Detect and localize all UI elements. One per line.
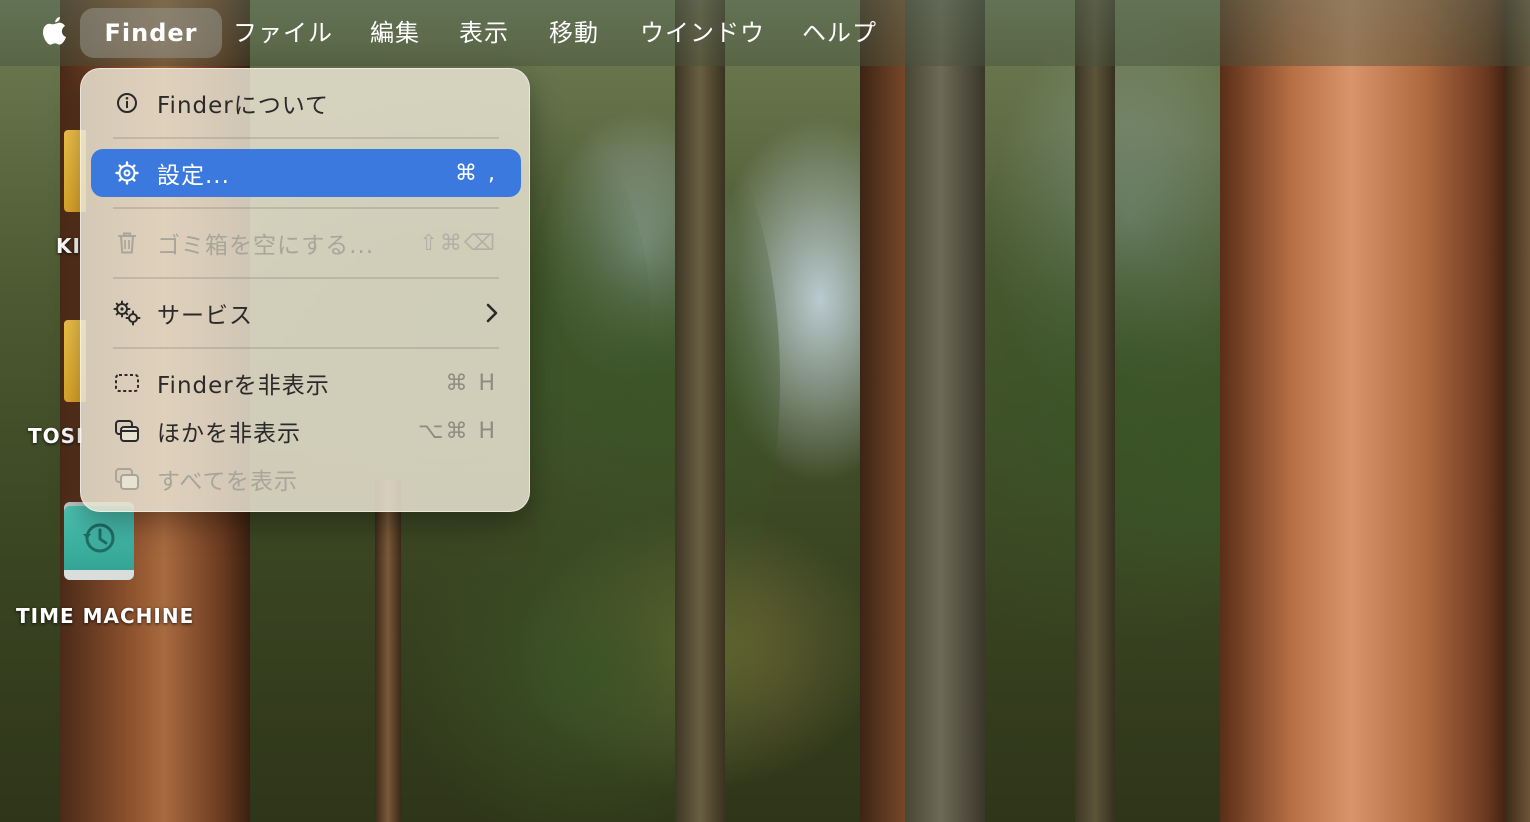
menu-file[interactable]: ファイル bbox=[233, 8, 333, 58]
hide-others-icon bbox=[113, 417, 141, 445]
finder-app-menu: Finderについて 設定... ⌘ , ゴミ箱を空にする... ⇧⌘⌫ サービ… bbox=[80, 68, 530, 512]
menu-bar: Finder ファイル 編集 表示 移動 ウインドウ ヘルプ bbox=[0, 0, 1530, 66]
hide-window-icon bbox=[113, 369, 141, 397]
menu-go[interactable]: 移動 bbox=[549, 8, 599, 58]
menu-separator bbox=[113, 207, 499, 209]
menu-item-hide-others[interactable]: ほかを非表示 ⌥⌘ H bbox=[91, 407, 521, 455]
info-icon bbox=[113, 89, 141, 117]
menu-item-empty-trash: ゴミ箱を空にする... ⇧⌘⌫ bbox=[91, 219, 521, 267]
menu-view[interactable]: 表示 bbox=[459, 8, 509, 58]
services-gears-icon bbox=[113, 299, 141, 327]
menu-separator bbox=[113, 277, 499, 279]
menu-item-about-finder[interactable]: Finderについて bbox=[91, 79, 521, 127]
keyboard-shortcut: ⌘ H bbox=[445, 370, 497, 396]
time-machine-disk-icon[interactable] bbox=[64, 502, 134, 580]
menu-separator bbox=[113, 137, 499, 139]
menu-separator bbox=[113, 347, 499, 349]
menu-item-label: Finderを非表示 bbox=[157, 373, 330, 399]
show-all-icon bbox=[113, 465, 141, 493]
menu-item-label: すべてを表示 bbox=[157, 469, 299, 495]
menu-item-label: ゴミ箱を空にする... bbox=[157, 233, 375, 259]
menu-window[interactable]: ウインドウ bbox=[640, 8, 765, 58]
desktop-icon-label[interactable]: TIME MACHINE bbox=[16, 604, 194, 628]
menu-item-label: 設定... bbox=[157, 163, 230, 189]
menu-finder[interactable]: Finder bbox=[80, 8, 222, 58]
menu-item-hide-finder[interactable]: Finderを非表示 ⌘ H bbox=[91, 359, 521, 407]
chevron-right-icon bbox=[486, 303, 498, 323]
trash-icon bbox=[113, 229, 141, 257]
menu-item-label: サービス bbox=[157, 303, 253, 329]
keyboard-shortcut: ⇧⌘⌫ bbox=[419, 230, 497, 256]
menu-item-services[interactable]: サービス bbox=[91, 289, 521, 337]
apple-logo-icon[interactable] bbox=[38, 14, 70, 50]
menu-item-show-all: すべてを表示 bbox=[91, 455, 521, 503]
menu-item-label: ほかを非表示 bbox=[157, 421, 301, 447]
menu-item-settings[interactable]: 設定... ⌘ , bbox=[91, 149, 521, 197]
gear-icon bbox=[113, 159, 141, 187]
menu-item-label: Finderについて bbox=[157, 93, 330, 119]
desktop-icon-label[interactable]: KI bbox=[56, 234, 81, 258]
keyboard-shortcut: ⌘ , bbox=[455, 160, 497, 186]
desktop-icon-label[interactable]: TOSI bbox=[28, 424, 85, 448]
time-machine-clock-icon bbox=[83, 523, 115, 553]
menu-edit[interactable]: 編集 bbox=[370, 8, 420, 58]
keyboard-shortcut: ⌥⌘ H bbox=[418, 418, 497, 444]
menu-help[interactable]: ヘルプ bbox=[802, 8, 877, 58]
